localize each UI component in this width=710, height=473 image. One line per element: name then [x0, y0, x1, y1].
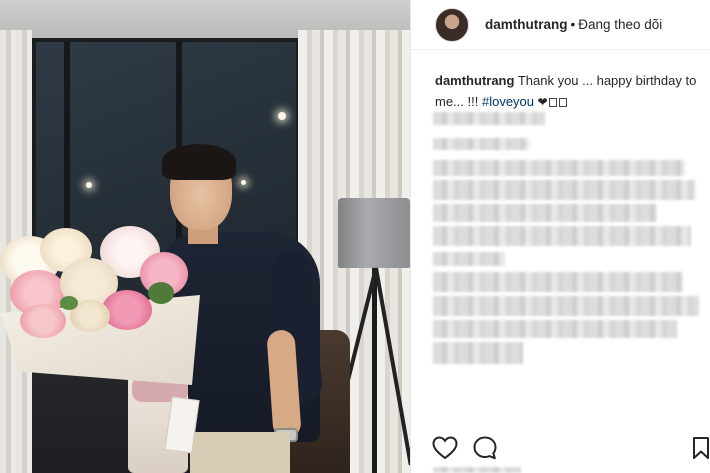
room-light — [86, 182, 92, 188]
blurred-comment — [433, 112, 545, 125]
blurred-comment — [433, 204, 657, 222]
blurred-comment — [433, 320, 677, 338]
room-light — [241, 180, 246, 185]
blurred-comment — [433, 342, 523, 364]
blurred-comment — [433, 138, 529, 150]
blurred-comment — [433, 180, 695, 200]
post-side-panel: damthutrang • Đang theo dõi damthutrang Th… — [410, 0, 710, 473]
lamp-shade — [338, 198, 410, 268]
leaf — [148, 282, 174, 304]
bookmark-outline-icon[interactable] — [687, 434, 710, 462]
follow-status-button[interactable]: Đang theo dõi — [578, 17, 662, 32]
heart-emoji: ❤ — [537, 95, 548, 109]
comment-bubble-icon[interactable] — [471, 434, 499, 462]
post-caption: damthutrang Thank you ... happy birthday… — [435, 70, 707, 113]
post-header: damthutrang • Đang theo dõi — [411, 0, 710, 50]
username-link[interactable]: damthutrang — [485, 17, 568, 32]
hashtag-link[interactable]: #loveyou — [482, 94, 534, 109]
likes-count-stub — [433, 467, 521, 473]
caption-username[interactable]: damthutrang — [435, 73, 514, 88]
person-hair — [162, 144, 236, 180]
separator-dot: • — [570, 17, 576, 32]
blurred-comment — [433, 296, 699, 316]
avatar[interactable] — [435, 7, 469, 42]
emoji-placeholder-icon — [558, 98, 567, 107]
peony — [102, 290, 152, 330]
emoji-placeholder-icon — [548, 98, 557, 107]
room-light — [278, 112, 286, 120]
post-header-text: damthutrang • Đang theo dõi — [485, 17, 662, 32]
pink-rose — [20, 304, 66, 338]
post-photo[interactable] — [0, 0, 410, 473]
blurred-comment — [433, 226, 691, 246]
heart-outline-icon[interactable] — [431, 434, 459, 462]
person-trousers — [190, 432, 290, 473]
blurred-comment — [433, 272, 683, 292]
blurred-comment — [433, 160, 685, 176]
lamp-pole — [372, 268, 377, 473]
post-action-bar — [411, 428, 710, 468]
blurred-comment — [433, 252, 505, 266]
leaf — [60, 296, 78, 310]
